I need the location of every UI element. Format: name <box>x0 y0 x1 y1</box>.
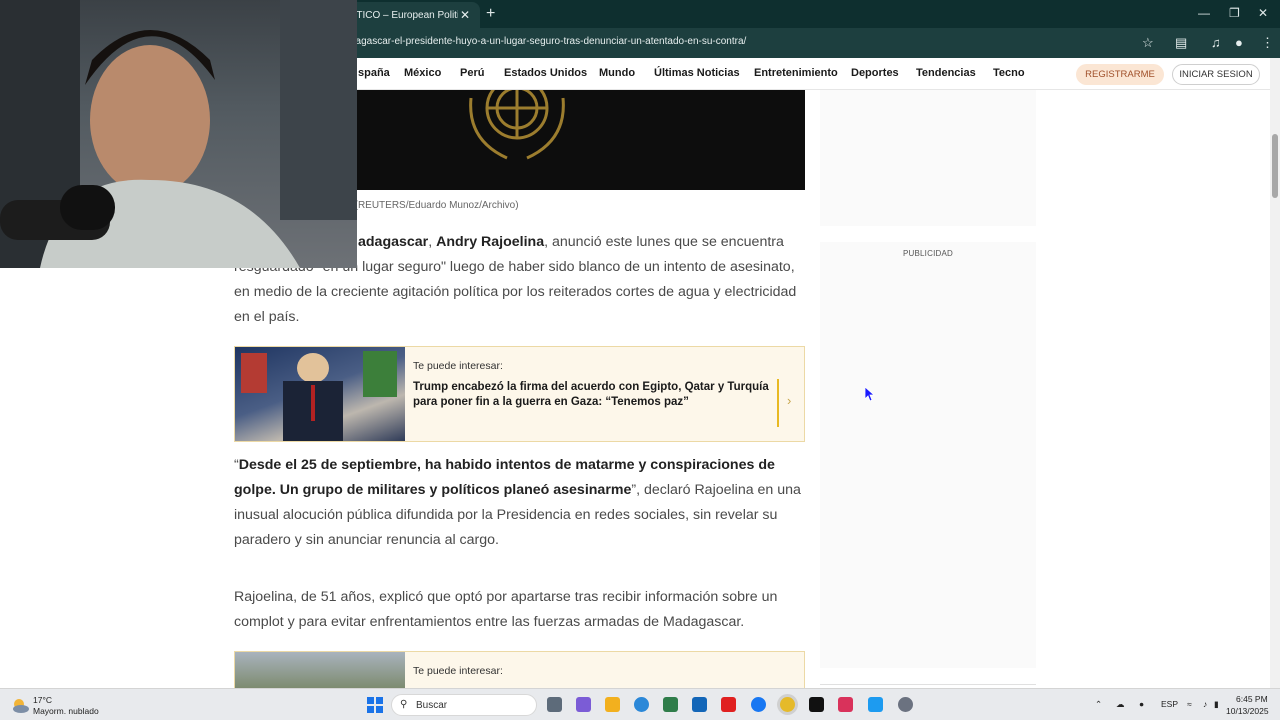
nav-item-mundo[interactable]: Mundo <box>599 67 635 79</box>
search-placeholder: Buscar <box>416 700 448 711</box>
file-explorer-icon[interactable] <box>605 697 620 712</box>
clock-date[interactable]: 10/13/2025 <box>1226 706 1269 716</box>
volume-icon[interactable]: ♪ <box>1203 699 1207 709</box>
nav-item-peru[interactable]: Perú <box>460 67 484 79</box>
nav-item-ultimas-noticias[interactable]: Últimas Noticias <box>654 67 740 79</box>
cast-icon[interactable]: ▤ <box>1175 35 1187 51</box>
p1-bold-country: adagascar <box>358 234 429 250</box>
mouse-cursor-icon <box>865 387 875 401</box>
tab-title: LITICO – European Politics, P <box>348 9 458 21</box>
taskbar-search[interactable]: ⚲ Buscar <box>391 694 537 716</box>
weather-cloud-icon[interactable] <box>10 695 30 715</box>
related-kicker-2: Te puede interesar: <box>413 665 503 677</box>
onedrive-cloud-icon[interactable]: ☁ <box>1116 699 1125 710</box>
outlook-icon[interactable] <box>692 697 707 712</box>
profile-avatar-icon[interactable]: ● <box>1235 35 1243 50</box>
facebook-icon[interactable] <box>751 697 766 712</box>
nav-item-estados-unidos[interactable]: Estados Unidos <box>504 67 587 79</box>
youtube-icon[interactable] <box>721 697 736 712</box>
taskbar: 17°C Mayorm. nublado ⚲ Buscar ⌃ ☁ ● ESP … <box>0 688 1280 720</box>
microphone-icon[interactable]: ● <box>1139 699 1144 709</box>
new-tab-button[interactable]: + <box>486 5 495 23</box>
scrollbar-thumb[interactable] <box>1272 134 1278 198</box>
related-kicker: Te puede interesar: <box>413 360 503 372</box>
store-icon[interactable] <box>663 697 678 712</box>
login-button[interactable]: INICIAR SESION <box>1172 64 1260 85</box>
nav-item-tecno[interactable]: Tecno <box>993 67 1025 79</box>
weather-temperature[interactable]: 17°C <box>33 695 52 705</box>
register-button[interactable]: REGISTRARME <box>1076 64 1164 85</box>
battery-icon[interactable]: ▮ <box>1214 699 1219 710</box>
close-window-icon[interactable]: ✕ <box>1258 6 1268 20</box>
bookmark-star-icon[interactable]: ☆ <box>1142 35 1154 51</box>
nav-item-mexico[interactable]: México <box>404 67 441 79</box>
related-article-thumbnail <box>235 347 405 441</box>
browser-tab[interactable]: LITICO – European Politics, P ✕ <box>340 2 480 28</box>
wifi-icon[interactable]: ≈ <box>1187 699 1192 709</box>
tray-chevron-up-icon[interactable]: ⌃ <box>1095 699 1102 710</box>
search-icon: ⚲ <box>400 699 408 710</box>
twitter-icon[interactable] <box>868 697 883 712</box>
clock-time[interactable]: 6:45 PM <box>1236 694 1268 704</box>
ad-label: PUBLICIDAD <box>902 249 953 258</box>
maximize-icon[interactable]: ❐ <box>1229 6 1240 20</box>
tab-close-icon[interactable]: ✕ <box>458 8 472 22</box>
windows-start-icon[interactable] <box>367 697 383 713</box>
ad-slot-main: PUBLICIDAD <box>820 242 1036 668</box>
nav-item-espana[interactable]: spaña <box>358 67 390 79</box>
related-accent-bar <box>777 379 779 427</box>
chevron-right-icon[interactable]: › <box>787 393 791 408</box>
weather-description[interactable]: Mayorm. nublado <box>33 706 99 716</box>
related-article-card-2[interactable]: Te puede interesar: <box>234 651 805 689</box>
nav-item-deportes[interactable]: Deportes <box>851 67 899 79</box>
article-paragraph-2: “Desde el 25 de septiembre, ha habido in… <box>234 457 801 548</box>
webcam-person-image <box>0 0 357 268</box>
p1-line-3: en medio de la creciente agitación polít… <box>234 284 797 300</box>
task-view-icon[interactable] <box>547 697 562 712</box>
edge-icon[interactable] <box>634 697 649 712</box>
menu-kebab-icon[interactable]: ⋮ <box>1261 35 1274 51</box>
input-language[interactable]: ESP <box>1161 699 1178 709</box>
ad-slot-top <box>820 90 1036 226</box>
app-icon[interactable] <box>898 697 913 712</box>
url-field[interactable]: dagascar-el-presidente-huyo-a-un-lugar-s… <box>350 36 746 47</box>
webcam-overlay <box>0 0 357 268</box>
related-title[interactable]: Trump encabezó la firma del acuerdo con … <box>413 380 769 410</box>
tiktok-icon[interactable] <box>809 697 824 712</box>
chrome-icon[interactable] <box>780 697 795 712</box>
tiktok-studio-icon[interactable] <box>838 697 853 712</box>
copilot-icon[interactable] <box>576 697 591 712</box>
screen: { "browser": { "tab_title": "LITICO – Eu… <box>0 0 1280 720</box>
nav-item-entretenimiento[interactable]: Entretenimiento <box>754 67 838 79</box>
minimize-icon[interactable]: — <box>1198 6 1210 20</box>
nav-item-tendencias[interactable]: Tendencias <box>916 67 976 79</box>
p1-bold-name: Andry Rajoelina <box>436 234 545 250</box>
article-paragraph-3: Rajoelina, de 51 años, explicó que optó … <box>234 589 778 630</box>
p1-line-4: en el país. <box>234 309 300 325</box>
related-article-card[interactable]: Te puede interesar: Trump encabezó la fi… <box>234 346 805 442</box>
media-control-icon[interactable]: ♫ <box>1211 35 1221 50</box>
related-article-thumbnail-2 <box>235 652 405 689</box>
